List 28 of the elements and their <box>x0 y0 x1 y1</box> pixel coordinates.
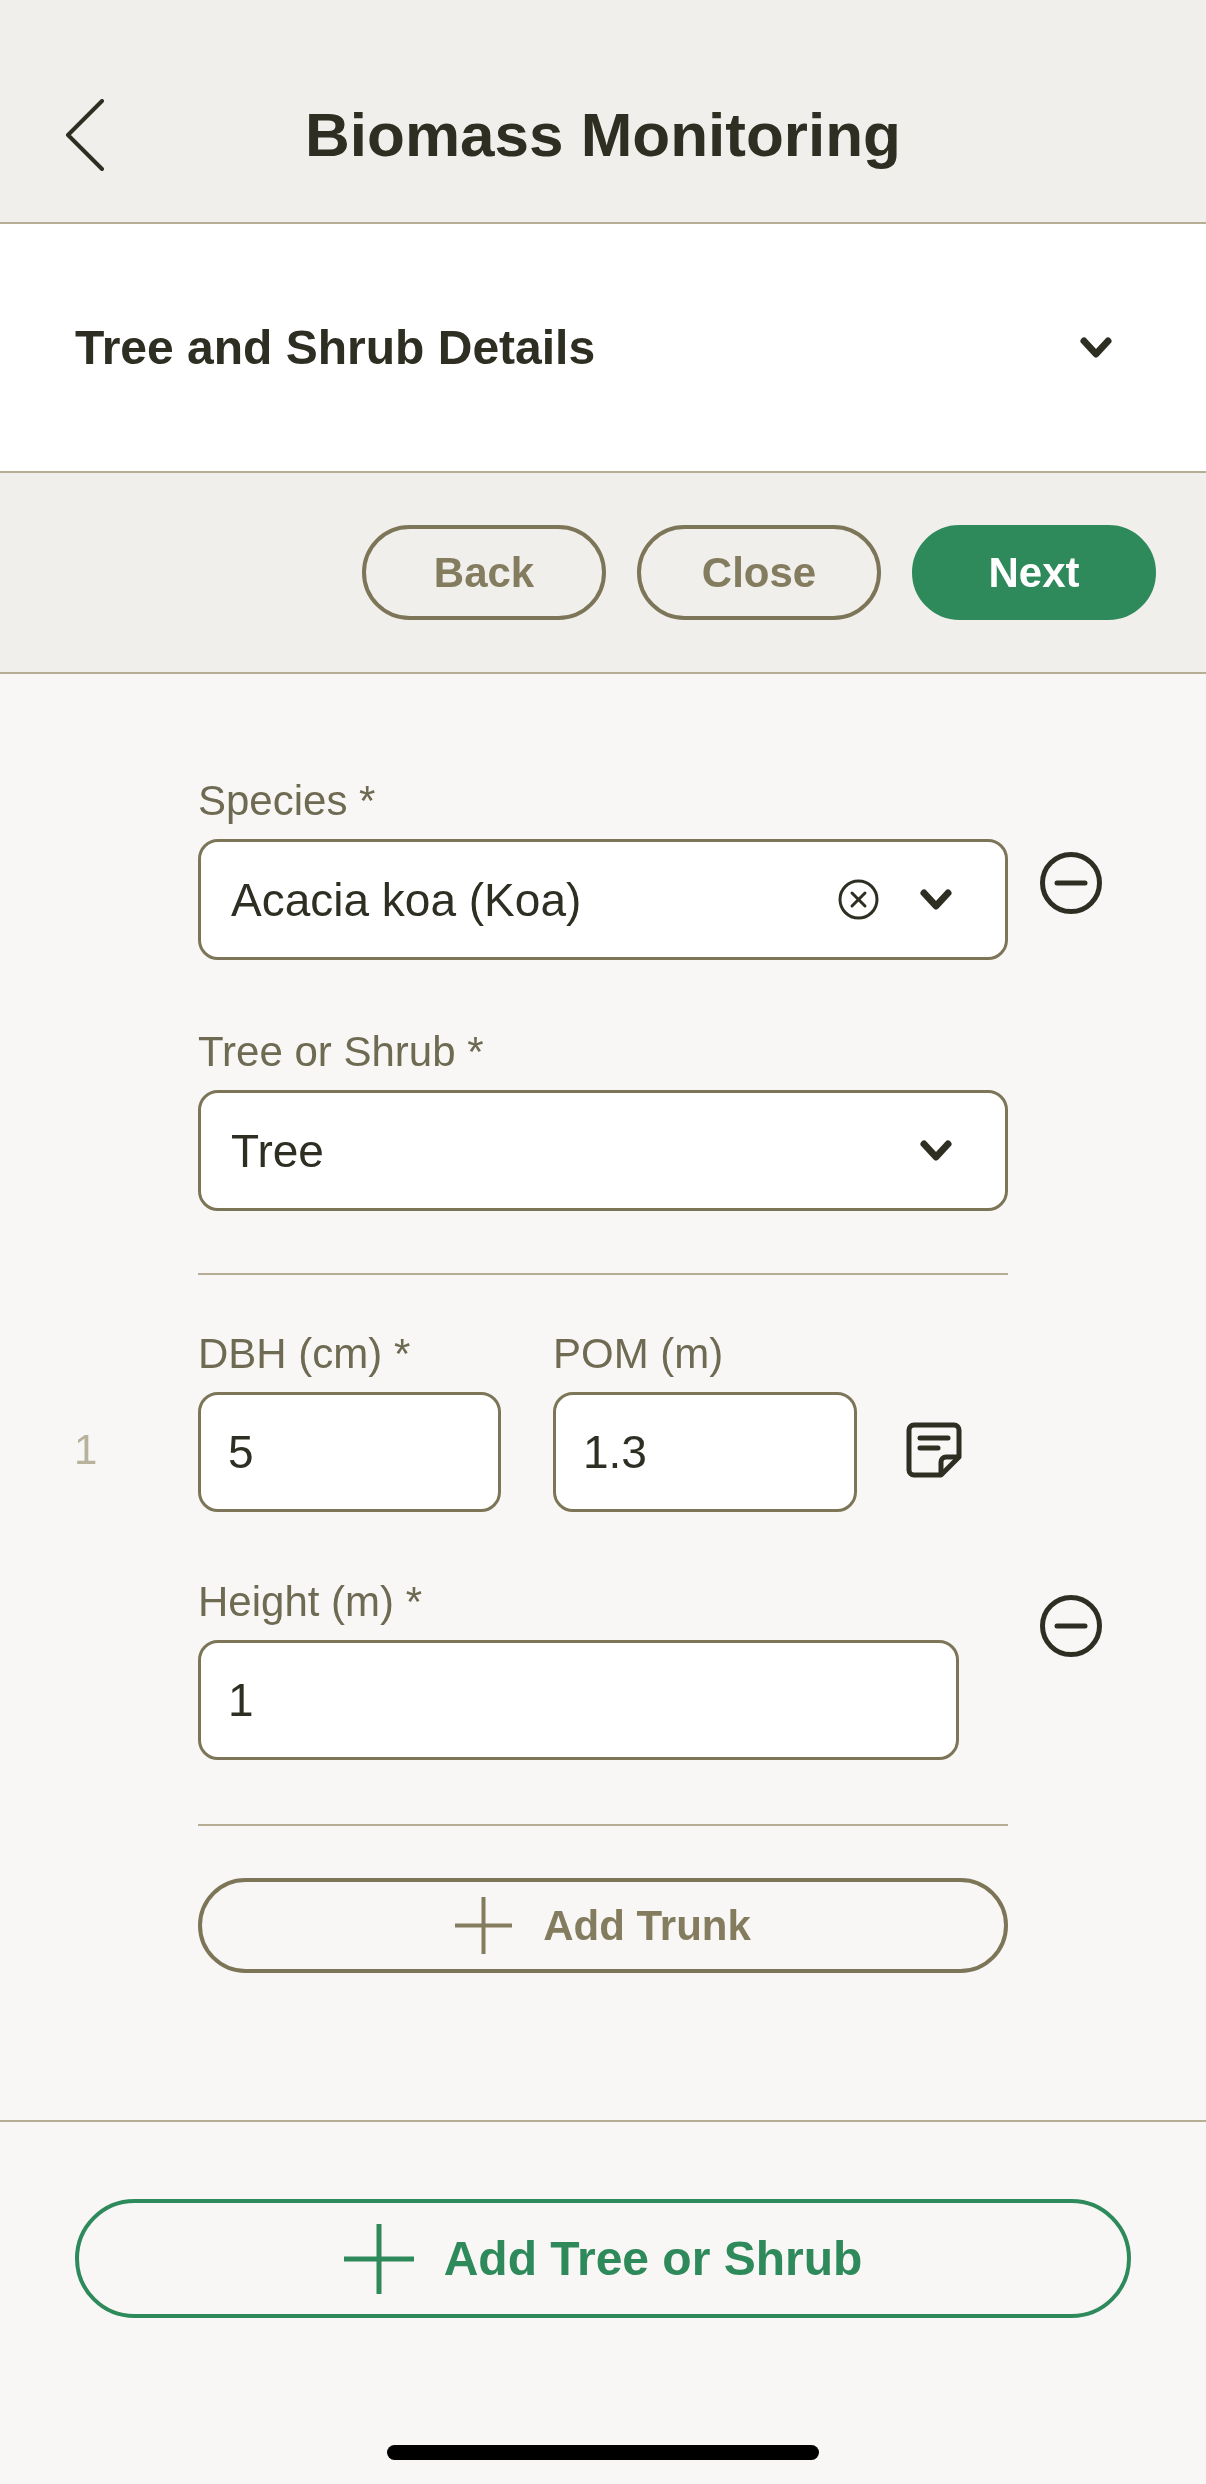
growth-form-select[interactable]: Tree <box>198 1090 1008 1211</box>
chevron-down-icon <box>919 887 953 912</box>
pom-input[interactable]: 1.3 <box>553 1392 857 1512</box>
add-trunk-button[interactable]: Add Trunk <box>198 1878 1008 1973</box>
field-label: Species * <box>198 776 376 826</box>
plus-icon <box>343 2223 414 2294</box>
chevron-down-icon <box>919 1138 953 1163</box>
clear-icon[interactable] <box>838 879 879 920</box>
next-button[interactable]: Next <box>912 525 1156 620</box>
field-label: Tree or Shrub * <box>198 1027 484 1077</box>
screen-title: Biomass Monitoring <box>305 99 901 171</box>
field-label: POM (m) <box>553 1329 724 1379</box>
add-tree-or-shrub-button[interactable]: Add Tree or Shrub <box>75 2199 1131 2318</box>
field-label: Height (m) * <box>198 1577 423 1627</box>
chevron-down-icon[interactable] <box>1079 335 1113 360</box>
back-icon[interactable] <box>65 99 105 171</box>
minus-circle-icon[interactable] <box>1040 1595 1102 1657</box>
height-input[interactable]: 1 <box>198 1640 959 1760</box>
minus-circle-icon[interactable] <box>1040 852 1102 914</box>
nav-button[interactable]: Close <box>637 525 881 620</box>
field-label: DBH (cm) * <box>198 1329 411 1379</box>
species-select[interactable]: Acacia koa (Koa) <box>198 839 1008 960</box>
nav-button[interactable]: Back <box>362 525 606 620</box>
note-icon[interactable] <box>906 1422 962 1478</box>
section-title: Tree and Shrub Details <box>75 319 596 376</box>
trunk-number: 1 <box>74 1425 98 1475</box>
dbh-input[interactable]: 5 <box>198 1392 501 1512</box>
plus-icon <box>455 1897 513 1954</box>
